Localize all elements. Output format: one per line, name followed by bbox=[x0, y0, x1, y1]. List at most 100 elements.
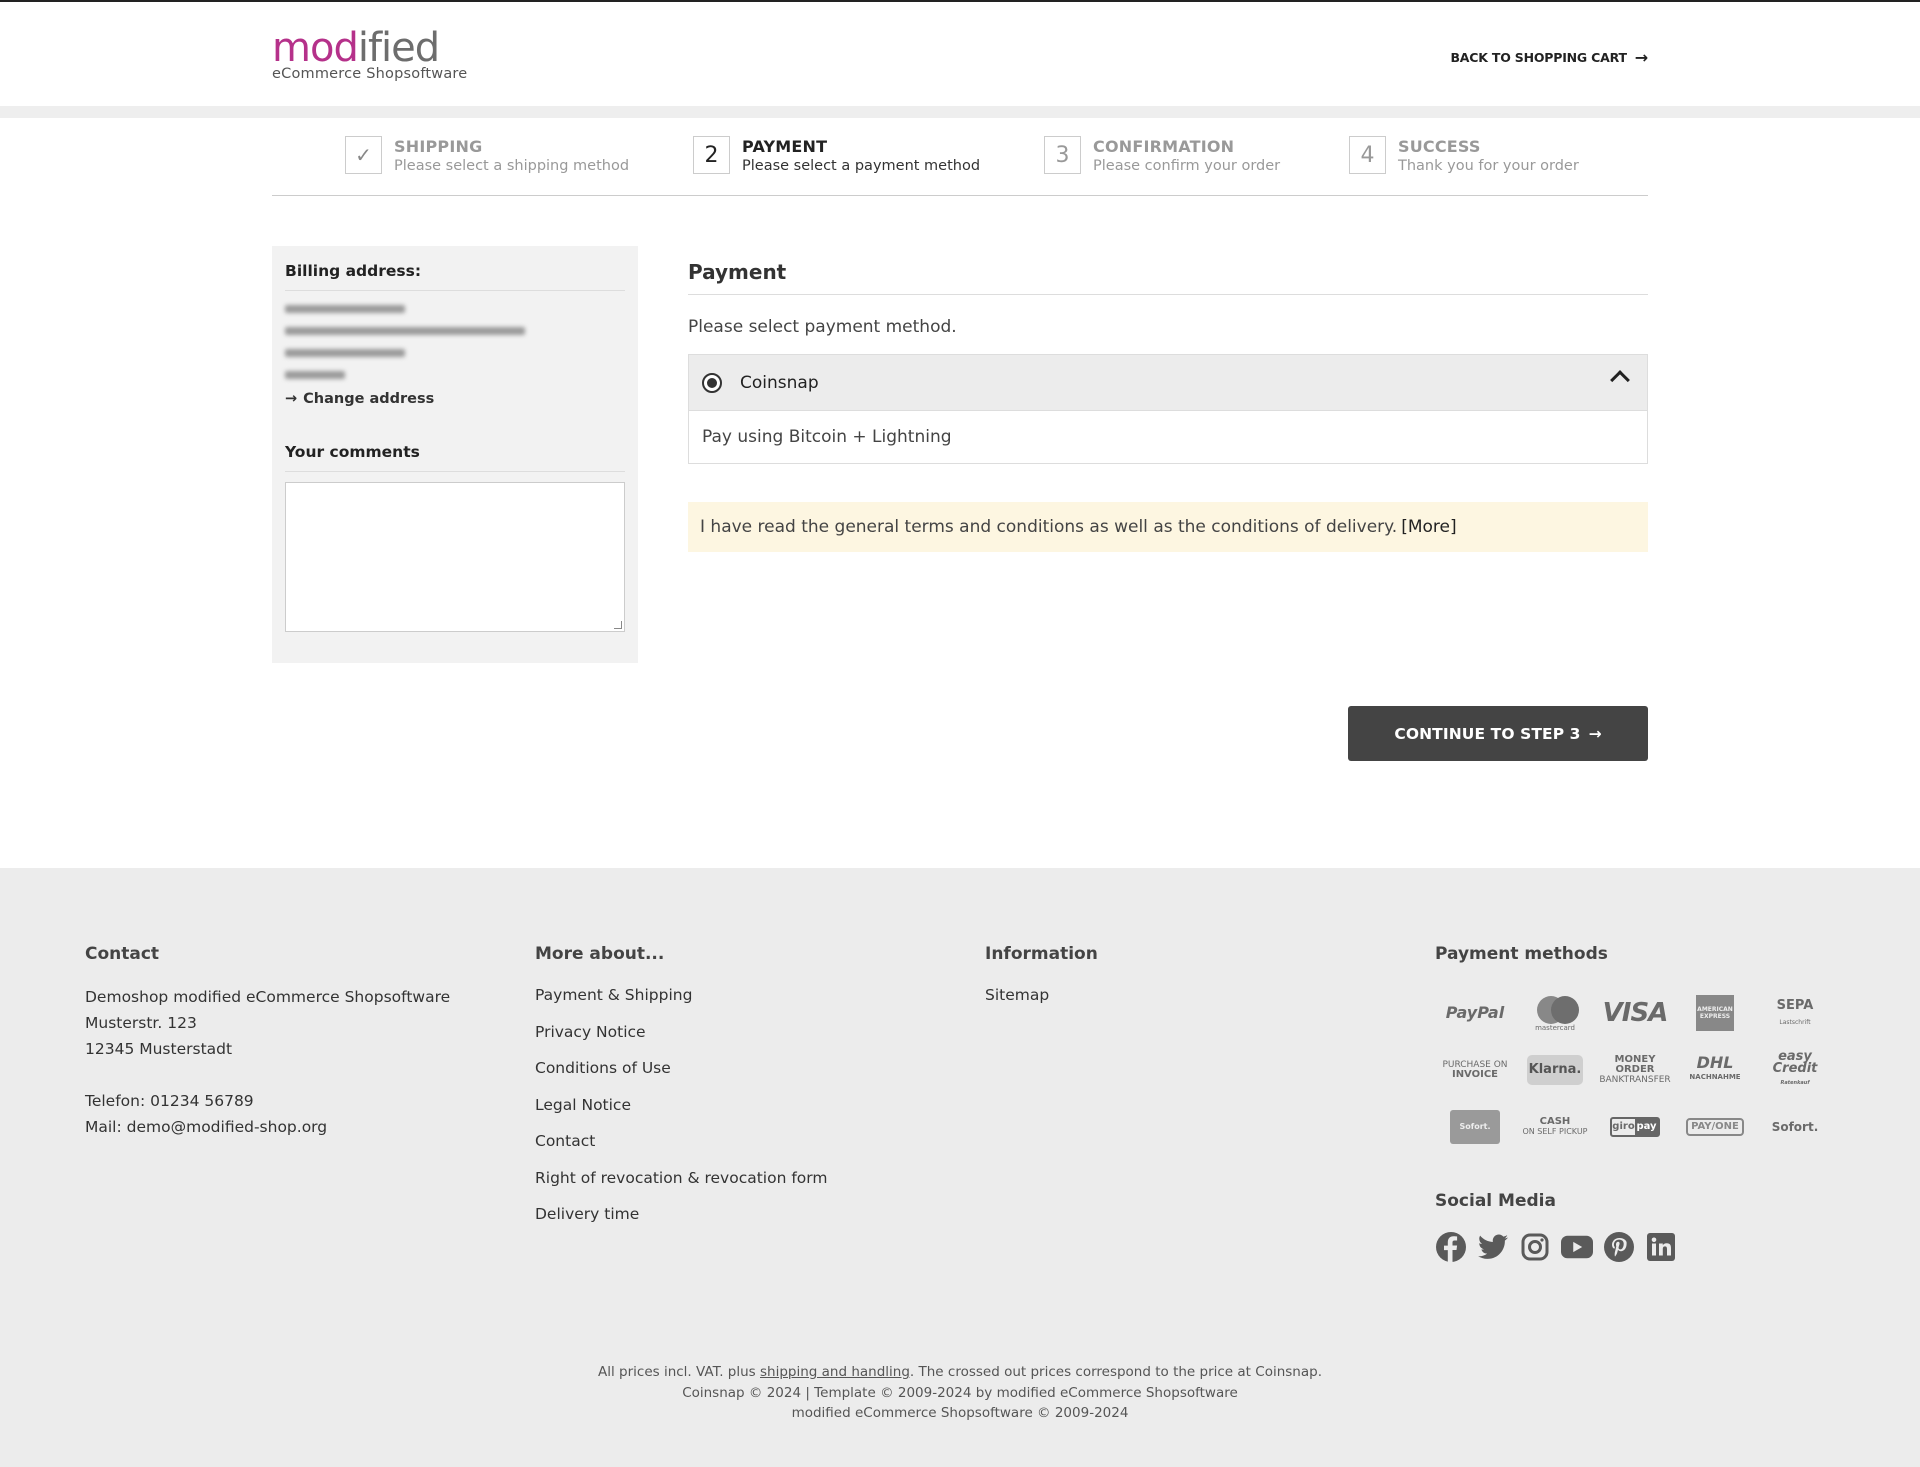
back-to-cart-link[interactable]: BACK TO SHOPPING CART → bbox=[1450, 48, 1648, 67]
payment-method-coinsnap: Coinsnap Pay using Bitcoin + Lightning bbox=[688, 354, 1648, 464]
sofort-badge-logo: Sofort. bbox=[1435, 1098, 1515, 1155]
footer: Contact Demoshop modified eCommerce Shop… bbox=[0, 868, 1920, 1467]
payment-method-description: Pay using Bitcoin + Lightning bbox=[689, 411, 1647, 463]
youtube-icon[interactable] bbox=[1561, 1231, 1593, 1263]
footer-link[interactable]: Payment & Shipping bbox=[535, 977, 828, 1014]
footer-link[interactable]: Conditions of Use bbox=[535, 1050, 828, 1087]
invoice-logo: PURCHASE ON INVOICE bbox=[1435, 1041, 1515, 1098]
terms-notice: I have read the general terms and condit… bbox=[688, 502, 1648, 552]
step-number: 2 bbox=[693, 136, 730, 174]
payment-radio[interactable] bbox=[702, 372, 722, 393]
social-icons bbox=[1435, 1231, 1835, 1263]
footer-payment-methods: Payment methods PayPal mastercard VISA A… bbox=[1435, 944, 1835, 1263]
sofort-logo: Sofort. bbox=[1771, 1119, 1819, 1134]
money-order-logo: MONEY ORDER BANKTRANSFER bbox=[1595, 1041, 1675, 1098]
arrow-right-icon: → bbox=[1634, 48, 1648, 67]
step-subtitle: Please select a payment method bbox=[742, 158, 981, 174]
paypal-logo: PayPal bbox=[1445, 1003, 1505, 1022]
instagram-icon[interactable] bbox=[1519, 1231, 1551, 1263]
footer-social-heading: Social Media bbox=[1435, 1191, 1556, 1211]
contact-spacer bbox=[85, 1062, 450, 1088]
giropay-logo: giro pay bbox=[1595, 1098, 1675, 1155]
continue-button[interactable]: CONTINUE TO STEP 3 → bbox=[1348, 706, 1648, 761]
step-title: CONFIRMATION bbox=[1093, 137, 1235, 156]
step-number: 3 bbox=[1044, 136, 1081, 174]
money-order-bottom: BANKTRANSFER bbox=[1599, 1074, 1671, 1085]
footer-link-sitemap[interactable]: Sitemap bbox=[985, 977, 1098, 1014]
step-subtitle: Please select a shipping method bbox=[394, 158, 630, 174]
amex-text: AMERICAN EXPRESS bbox=[1696, 994, 1734, 1031]
step-shipping[interactable]: ✓ SHIPPING Please select a shipping meth… bbox=[345, 136, 629, 174]
invoice-bottom: INVOICE bbox=[1451, 1068, 1499, 1080]
easycredit-bottom: Credit bbox=[1772, 1060, 1818, 1076]
arrow-right-icon: → bbox=[285, 391, 298, 407]
step-title: SHIPPING bbox=[394, 137, 483, 156]
footer-link[interactable]: Right of revocation & revocation form bbox=[535, 1160, 828, 1197]
payone-logo: PAY/ONE bbox=[1675, 1098, 1755, 1155]
change-address-label: Change address bbox=[303, 391, 435, 407]
sepa-logo: SEPA Lastschrift bbox=[1755, 984, 1835, 1041]
chevron-up-icon[interactable] bbox=[1610, 370, 1630, 390]
payment-heading: Payment bbox=[688, 246, 1648, 295]
footer-more-about: More about... Payment & Shipping Privacy… bbox=[535, 944, 828, 1233]
sepa-subtext: Lastschrift bbox=[1779, 1018, 1811, 1026]
contact-line: Mail: demo@modified-shop.org bbox=[85, 1118, 328, 1136]
giropay-b: pay bbox=[1635, 1118, 1658, 1135]
header-divider-band bbox=[0, 106, 1920, 118]
arrow-right-icon: → bbox=[1588, 724, 1602, 743]
step-subtitle: Thank you for your order bbox=[1398, 158, 1579, 174]
step-confirmation: 3 CONFIRMATION Please confirm your order bbox=[1044, 136, 1280, 174]
footer-more-heading: More about... bbox=[535, 944, 665, 964]
comments-textarea[interactable] bbox=[285, 482, 625, 632]
header: modified eCommerce Shopsoftware BACK TO … bbox=[0, 2, 1920, 106]
footer-link[interactable]: Privacy Notice bbox=[535, 1014, 828, 1051]
legal-line2: Coinsnap © 2024 | Template © 2009-2024 b… bbox=[682, 1384, 1238, 1401]
terms-text: I have read the general terms and condit… bbox=[700, 517, 1398, 537]
footer-info-heading: Information bbox=[985, 944, 1098, 964]
mastercard-logo: mastercard bbox=[1515, 984, 1595, 1041]
payment-logos: PayPal mastercard VISA AMERICAN EXPRESS … bbox=[1435, 984, 1835, 1155]
payment-section: Payment Please select payment method. Co… bbox=[688, 246, 1648, 552]
footer-link[interactable]: Delivery time bbox=[535, 1196, 828, 1233]
payone-text: PAY/ONE bbox=[1686, 1117, 1744, 1136]
logo[interactable]: modified eCommerce Shopsoftware bbox=[272, 26, 472, 86]
resize-handle-icon[interactable] bbox=[614, 621, 622, 629]
checkmark-icon: ✓ bbox=[355, 143, 372, 167]
contact-line: Musterstr. 123 bbox=[85, 1014, 197, 1032]
logo-word-part2: ified bbox=[357, 25, 440, 71]
contact-line: Telefon: 01234 56789 bbox=[85, 1092, 254, 1110]
payment-method-header[interactable]: Coinsnap bbox=[689, 355, 1647, 411]
pinterest-icon[interactable] bbox=[1603, 1231, 1635, 1263]
klarna-logo: Klarna. bbox=[1515, 1041, 1595, 1098]
dhl-subtext: NACHNAHME bbox=[1689, 1072, 1741, 1081]
step-title: SUCCESS bbox=[1398, 137, 1481, 156]
billing-heading: Billing address: bbox=[285, 262, 625, 291]
terms-more-link[interactable]: [More] bbox=[1401, 517, 1456, 537]
footer-payment-heading: Payment methods bbox=[1435, 944, 1608, 964]
logo-word-part1: mod bbox=[272, 25, 359, 71]
sepa-text: SEPA bbox=[1776, 997, 1814, 1013]
footer-link[interactable]: Contact bbox=[535, 1123, 828, 1160]
facebook-icon[interactable] bbox=[1435, 1231, 1467, 1263]
giropay-a: giro bbox=[1612, 1121, 1635, 1132]
change-address-link[interactable]: → Change address bbox=[285, 391, 625, 407]
linkedin-icon[interactable] bbox=[1645, 1231, 1677, 1263]
footer-information: Information Sitemap bbox=[985, 944, 1098, 1014]
klarna-text: Klarna. bbox=[1527, 1054, 1583, 1085]
visa-logo: VISA bbox=[1602, 997, 1669, 1028]
legal-line1-b: . The crossed out prices correspond to t… bbox=[909, 1364, 1322, 1380]
payment-intro: Please select payment method. bbox=[688, 317, 957, 337]
footer-legal: All prices incl. VAT. plus shipping and … bbox=[0, 1362, 1920, 1424]
cash-bottom: ON SELF PICKUP bbox=[1522, 1126, 1588, 1136]
twitter-icon[interactable] bbox=[1477, 1231, 1509, 1263]
shipping-handling-link[interactable]: shipping and handling bbox=[760, 1364, 910, 1380]
money-order-top: MONEY ORDER bbox=[1614, 1053, 1656, 1075]
contact-line: 12345 Musterstadt bbox=[85, 1040, 233, 1058]
blurred-address bbox=[285, 305, 625, 379]
footer-link[interactable]: Legal Notice bbox=[535, 1087, 828, 1124]
sofort-badge-text: Sofort. bbox=[1450, 1109, 1500, 1144]
cash-pickup-logo: CASH ON SELF PICKUP bbox=[1515, 1098, 1595, 1155]
step-number: 4 bbox=[1349, 136, 1386, 174]
easycredit-sub: Ratenkauf bbox=[1780, 1079, 1810, 1086]
step-shipping-box: ✓ bbox=[345, 136, 382, 174]
